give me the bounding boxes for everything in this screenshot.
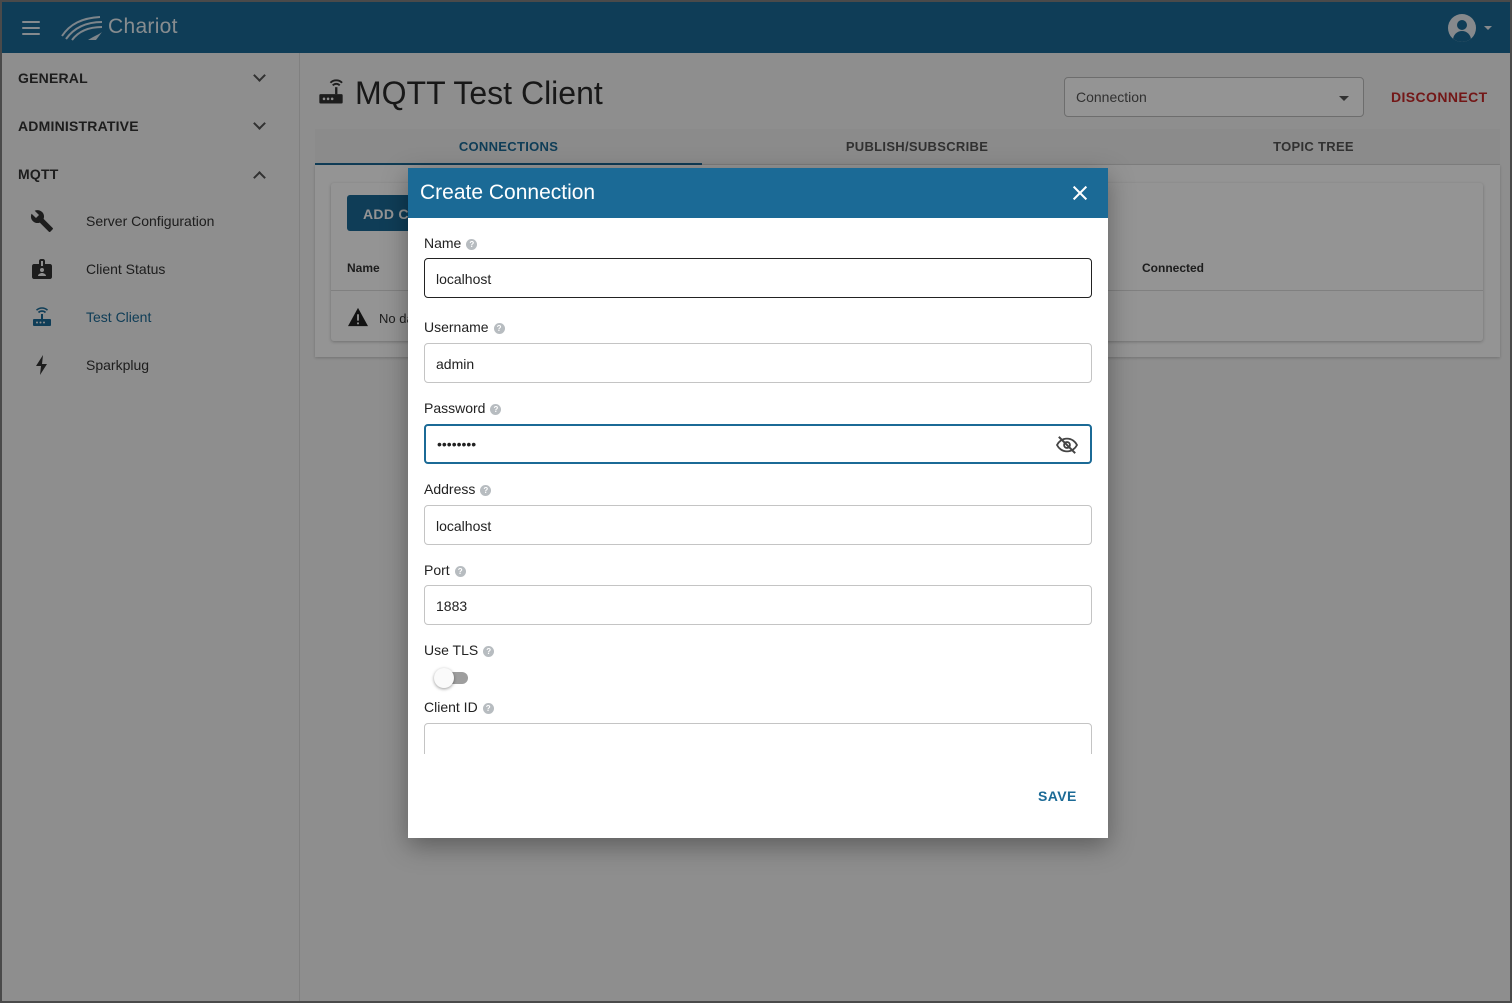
username-label: Username? <box>424 319 505 335</box>
help-icon[interactable]: ? <box>454 565 466 577</box>
name-label-text: Name <box>424 235 462 251</box>
save-button[interactable]: SAVE <box>1038 788 1077 804</box>
address-field[interactable]: localhost <box>424 505 1092 545</box>
password-field[interactable]: •••••••• <box>424 424 1092 464</box>
name-label: Name? <box>424 235 478 251</box>
password-label-text: Password <box>424 400 486 416</box>
use-tls-label-text: Use TLS <box>424 642 479 658</box>
use-tls-toggle[interactable] <box>434 668 470 688</box>
address-label: Address? <box>424 481 492 497</box>
help-icon[interactable]: ? <box>482 702 494 714</box>
port-label-text: Port <box>424 562 450 578</box>
client-id-field[interactable] <box>424 723 1092 754</box>
port-field[interactable]: 1883 <box>424 585 1092 625</box>
dialog-title: Create Connection <box>420 181 596 204</box>
password-field-value: •••••••• <box>437 436 477 452</box>
app-window: Chariot GENERAL ADMINISTRATIVE MQTT Serv… <box>2 2 1510 1001</box>
port-field-value: 1883 <box>436 598 468 614</box>
client-id-label: Client ID? <box>424 699 494 715</box>
help-icon[interactable]: ? <box>493 322 505 334</box>
port-label: Port? <box>424 562 466 578</box>
help-icon[interactable]: ? <box>466 238 478 250</box>
use-tls-label: Use TLS? <box>424 642 495 658</box>
visibility-off-icon[interactable] <box>1056 435 1078 455</box>
address-field-value: localhost <box>436 518 492 534</box>
dialog-header: Create Connection <box>408 168 1108 218</box>
password-label: Password? <box>424 400 502 416</box>
help-icon[interactable]: ? <box>480 484 492 496</box>
name-field[interactable]: localhost <box>424 258 1092 298</box>
name-field-value: localhost <box>436 271 492 287</box>
toggle-thumb <box>434 668 454 688</box>
close-icon[interactable] <box>1070 183 1090 203</box>
connection-form: Name? localhost Username? admin Password… <box>424 218 1094 754</box>
address-label-text: Address <box>424 481 476 497</box>
client-id-label-text: Client ID <box>424 699 478 715</box>
username-label-text: Username <box>424 319 489 335</box>
create-connection-dialog: Create Connection Name? localhost Userna… <box>408 168 1108 838</box>
help-icon[interactable]: ? <box>490 403 502 415</box>
username-field-value: admin <box>436 356 475 372</box>
help-icon[interactable]: ? <box>483 645 495 657</box>
username-field[interactable]: admin <box>424 343 1092 383</box>
